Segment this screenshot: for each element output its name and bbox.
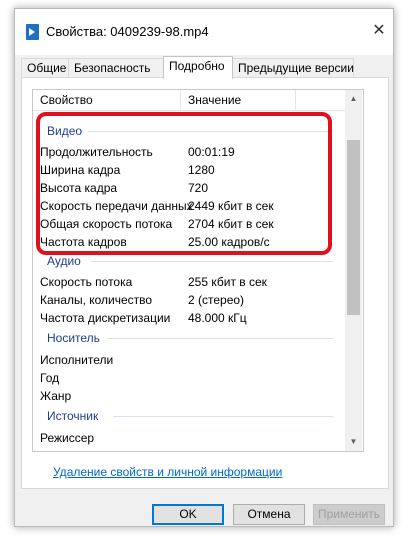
list-item[interactable]: Каналы, количество 2 (стерео) <box>33 291 345 309</box>
list-header: Свойство Значение <box>33 90 345 111</box>
group-title-media: Носитель <box>47 331 100 345</box>
property-name: Режиссер <box>40 431 95 445</box>
group-divider <box>113 416 333 417</box>
vertical-scrollbar[interactable]: ▲ ▼ <box>345 90 362 451</box>
property-name: Исполнители <box>40 353 114 367</box>
group-title-source: Источник <box>47 409 99 423</box>
column-divider[interactable] <box>295 90 296 110</box>
property-value: 48.000 кГц <box>188 311 247 325</box>
property-name: Скорость потока <box>40 275 133 289</box>
close-button[interactable]: ✕ <box>369 21 389 41</box>
tab-details[interactable]: Подробно <box>163 56 233 79</box>
tab-general[interactable]: Общие <box>21 58 69 78</box>
list-item[interactable]: Частота дискретизации 48.000 кГц <box>33 309 345 327</box>
apply-button[interactable]: Применить <box>313 504 385 525</box>
video-file-icon <box>26 24 39 40</box>
remove-properties-link[interactable]: Удаление свойств и личной информации <box>53 465 282 479</box>
column-header-property[interactable]: Свойство <box>40 93 93 107</box>
column-divider[interactable] <box>180 90 181 110</box>
properties-dialog: Свойства: 0409239-98.mp4 ✕ Общие Безопас… <box>14 8 394 527</box>
group-divider <box>108 338 333 339</box>
highlight-frame <box>36 112 332 255</box>
property-name: Частота дискретизации <box>40 311 171 325</box>
group-title-audio: Аудио <box>47 254 81 268</box>
tab-security[interactable]: Безопасность <box>68 58 165 78</box>
property-value: 2 (стерео) <box>188 293 245 307</box>
window-title: Свойства: 0409239-98.mp4 <box>46 24 209 39</box>
group-divider <box>91 261 333 262</box>
property-name: Год <box>40 371 60 385</box>
scrollbar-thumb[interactable] <box>347 140 360 315</box>
property-value: 255 кбит в сек <box>188 275 267 289</box>
cancel-button[interactable]: Отмена <box>233 504 305 525</box>
list-item[interactable]: Исполнители <box>33 351 345 369</box>
list-item[interactable]: Скорость потока 255 кбит в сек <box>33 273 345 291</box>
scroll-down-arrow-icon[interactable]: ▼ <box>345 435 362 449</box>
tab-previous-versions[interactable]: Предыдущие версии <box>232 58 354 78</box>
scroll-up-arrow-icon[interactable]: ▲ <box>345 92 362 106</box>
list-item[interactable]: Режиссер <box>33 429 345 447</box>
property-name: Каналы, количество <box>40 293 153 307</box>
list-item[interactable]: Год <box>33 369 345 387</box>
ok-button[interactable]: OK <box>152 504 224 525</box>
list-item[interactable]: Жанр <box>33 387 345 405</box>
title-bar: Свойства: 0409239-98.mp4 ✕ <box>15 9 393 55</box>
property-name: Жанр <box>40 389 72 403</box>
column-header-value[interactable]: Значение <box>188 93 241 107</box>
